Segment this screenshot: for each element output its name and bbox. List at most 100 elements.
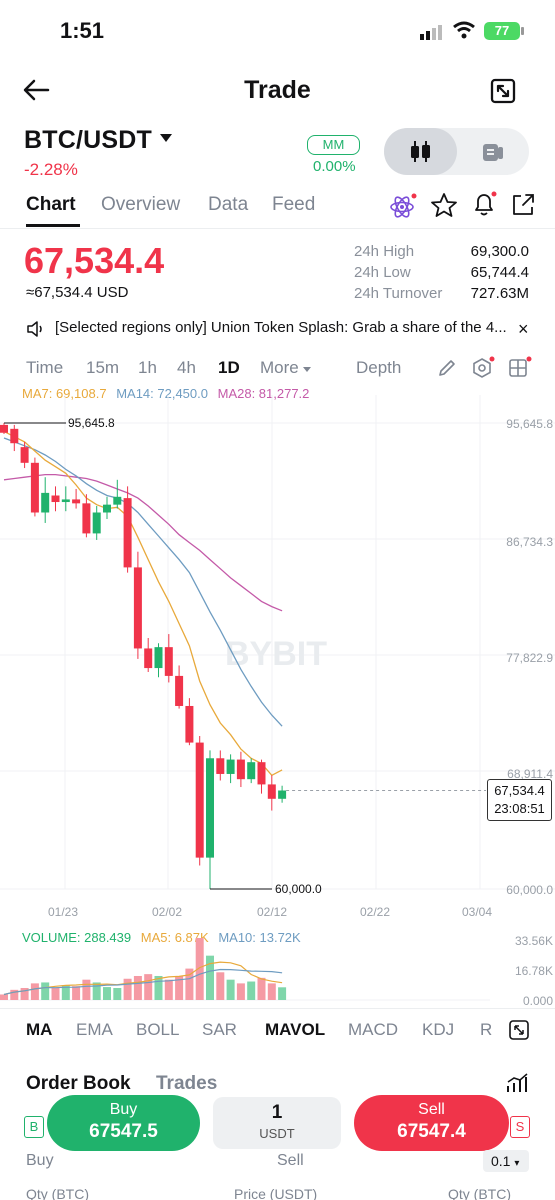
buy-label: Buy [109,1101,138,1118]
high-marker-label: 95,645.8 [68,416,115,430]
mm-badge[interactable]: MM [307,135,360,155]
volume-bar [92,982,101,1000]
volume-bar [123,978,132,1000]
y-tick: 60,000.0 [506,883,553,897]
price-chart[interactable]: BYBIT 95,645.860,000.0 [0,395,555,925]
buy-side-marker: B [24,1116,44,1138]
volume-bar [82,979,91,1000]
ma14-line [3,437,283,727]
candle-body [247,762,256,780]
x-tick: 01/23 [48,905,79,919]
x-tick: 02/12 [257,905,288,919]
candle-body [133,567,142,649]
ind-ma[interactable]: MA [26,1020,52,1040]
sell-label: Sell [418,1101,445,1118]
tf-1d[interactable]: 1D [218,358,240,378]
active-tab-indicator [26,224,80,227]
caret-down-icon[interactable] [160,134,172,142]
volume-bar [72,986,81,1000]
divider [0,228,555,229]
candle-body [257,762,266,785]
more-caret-icon[interactable] [303,367,311,372]
volume-bar [164,979,173,1000]
candle-body [51,495,60,503]
candle-body [154,647,163,669]
tab-order-book[interactable]: Order Book [26,1073,131,1095]
last-price: 67,534.4 [24,240,165,281]
ind-boll[interactable]: BOLL [136,1020,179,1040]
tab-trades[interactable]: Trades [156,1073,217,1095]
precision-select[interactable]: 0.1 ▾ [483,1150,529,1172]
atom-icon[interactable] [389,193,417,219]
candle-body [123,498,132,568]
candle-body [185,705,194,743]
candle-body [195,742,204,858]
indicator-settings-icon[interactable] [470,356,496,380]
ind-r[interactable]: R [480,1020,492,1040]
close-icon[interactable]: × [518,319,529,340]
quantity-input[interactable]: 1 USDT [213,1097,341,1149]
footer-sell-label: Sell [277,1152,304,1169]
ma7-line [3,430,283,777]
col-qty-sell: Qty (BTC) [448,1186,511,1200]
tab-chart[interactable]: Chart [26,194,76,216]
candle-body [41,492,50,513]
tf-15m[interactable]: 15m [86,358,119,378]
tf-4h[interactable]: 4h [177,358,196,378]
divider [0,1008,555,1009]
ind-macd[interactable]: MACD [348,1020,398,1040]
quantity-unit: USDT [259,1126,295,1141]
candle-body [92,512,101,534]
low-value: 65,744.4 [470,264,529,281]
footer-buy-label: Buy [26,1152,54,1169]
candle-body [236,759,245,780]
depth-chart-icon[interactable] [506,1072,530,1094]
volume-bar [144,974,153,1000]
candle-body [61,499,70,503]
bell-icon[interactable] [470,190,500,218]
tf-depth[interactable]: Depth [356,358,401,378]
indicator-expand-icon[interactable] [508,1019,530,1041]
high-label: 24h High [354,243,415,260]
countdown-label: 23:08:51 [494,801,545,816]
fullscreen-icon[interactable] [490,78,516,104]
candle-body [0,424,8,433]
tf-1h[interactable]: 1h [138,358,157,378]
ind-mavol[interactable]: MAVOL [265,1020,325,1040]
y-tick: 77,822.9 [506,651,553,665]
status-time: 1:51 [60,18,105,43]
candle-body [267,784,276,799]
candle-body [103,504,111,513]
tf-time[interactable]: Time [26,358,63,378]
low-marker-label: 60,000.0 [275,882,322,896]
ind-sar[interactable]: SAR [202,1020,237,1040]
ind-kdj[interactable]: KDJ [422,1020,454,1040]
volume-bar [41,982,50,1000]
candle-body [164,647,173,676]
volume-bar [206,955,214,1000]
candle-body [72,499,81,504]
y-tick: 95,645.8 [506,417,553,431]
mm-value: 0.00% [313,158,356,175]
order-view-icon[interactable] [482,141,504,163]
layout-grid-icon[interactable] [507,356,533,380]
candlestick-view-button[interactable] [384,128,457,175]
buy-button[interactable]: Buy 67547.5 [47,1095,200,1151]
pair-selector[interactable]: BTC/USDT [24,126,152,155]
announcement-banner[interactable]: [Selected regions only] Union Token Spla… [55,319,515,336]
candle-body [175,675,184,706]
signal-icon [420,25,442,40]
ind-ema[interactable]: EMA [76,1020,113,1040]
star-icon[interactable] [430,192,458,218]
pencil-icon[interactable] [437,358,457,378]
tab-data[interactable]: Data [208,194,248,216]
pair-change: -2.28% [24,160,78,179]
current-price-label: 67,534.4 [494,783,545,798]
volume-bar [30,983,39,1000]
turnover-value: 727.63M [470,285,529,302]
tab-feed[interactable]: Feed [272,194,315,216]
sell-button[interactable]: Sell 67547.4 [354,1095,509,1151]
tab-overview[interactable]: Overview [101,194,180,216]
tf-more[interactable]: More [260,358,299,378]
share-icon[interactable] [510,192,536,218]
